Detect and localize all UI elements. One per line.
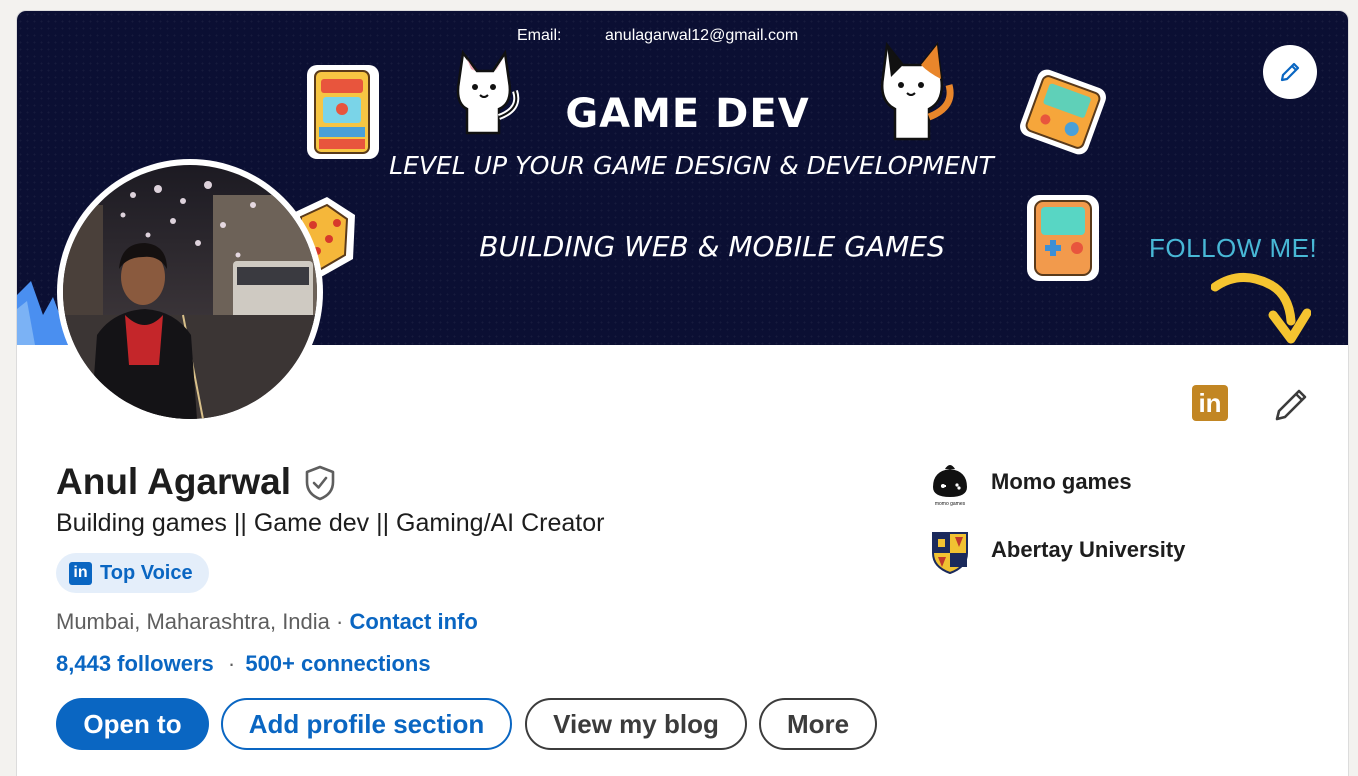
white-cat-sticker-icon <box>456 49 520 135</box>
banner-email-value: anulagarwal12@gmail.com <box>605 27 799 44</box>
org-name-momo: Momo games <box>991 469 1132 494</box>
network-stats: 8,443 followers · 500+ connections <box>56 651 431 677</box>
banner-follow: FOLLOW ME! <box>1149 233 1318 263</box>
arrow-icon <box>1211 273 1311 344</box>
org-name-abertay: Abertay University <box>991 537 1186 562</box>
gameboy-sticker-icon <box>1027 195 1099 281</box>
top-voice-label: Top Voice <box>100 561 193 584</box>
arcade-sticker-icon <box>307 65 379 159</box>
profile-name: Anul Agarwal <box>56 461 292 502</box>
edit-profile-pencil-icon[interactable] <box>1271 385 1311 425</box>
top-voice-badge[interactable]: in Top Voice <box>56 553 209 593</box>
edit-banner-button[interactable] <box>1263 45 1317 99</box>
linkedin-brand-icon[interactable]: in <box>1192 385 1228 421</box>
connections-link[interactable]: 500+ connections <box>245 651 430 676</box>
momo-logo-text: momo games <box>935 501 966 507</box>
pencil-icon <box>1280 62 1300 82</box>
add-profile-section-button[interactable]: Add profile section <box>221 698 512 750</box>
calico-cat-sticker-icon <box>881 41 954 141</box>
profile-card: Email: anulagarwal12@gmail.com GAME DEV … <box>16 10 1349 776</box>
separator-dot: · <box>336 609 344 634</box>
view-my-blog-button[interactable]: View my blog <box>525 698 747 750</box>
banner-email-label: Email: <box>517 27 562 44</box>
banner-title: GAME DEV <box>565 91 810 137</box>
followers-link[interactable]: 8,443 followers <box>56 651 214 676</box>
profile-avatar[interactable] <box>57 159 323 425</box>
education-org-abertay[interactable]: Abertay University <box>929 529 1186 575</box>
experience-org-momo[interactable]: momo games Momo games <box>929 461 1132 507</box>
verified-shield-icon[interactable] <box>303 464 337 502</box>
open-to-button[interactable]: Open to <box>56 698 209 750</box>
profile-headline: Building games || Game dev || Gaming/AI … <box>56 509 605 537</box>
separator-dot: · <box>227 651 236 676</box>
linkedin-icon: in <box>69 561 92 585</box>
location-row: Mumbai, Maharashtra, India · Contact inf… <box>56 609 478 635</box>
avatar-photo <box>63 165 317 419</box>
more-button[interactable]: More <box>759 698 877 750</box>
abertay-crest-icon <box>929 529 971 575</box>
contact-info-link[interactable]: Contact info <box>349 609 477 634</box>
street-photo-icon <box>63 165 317 419</box>
handheld-console-sticker-icon <box>1020 69 1106 155</box>
momo-games-logo-icon: momo games <box>929 461 971 507</box>
location-text: Mumbai, Maharashtra, India <box>56 609 330 634</box>
